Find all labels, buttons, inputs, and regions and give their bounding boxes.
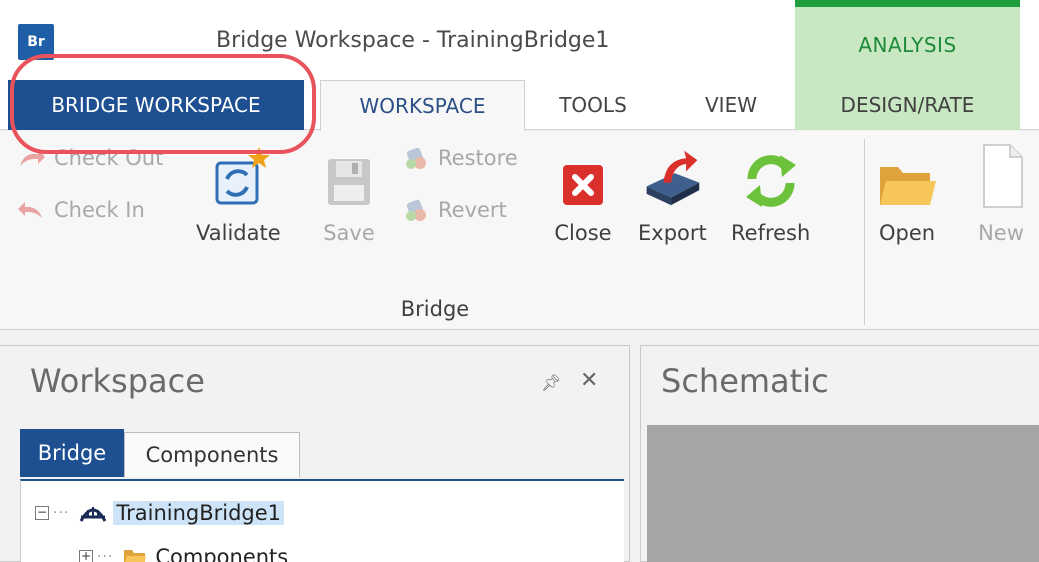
- close-icon: [552, 141, 614, 211]
- revert-label: Revert: [438, 198, 507, 222]
- validate-label: Validate: [196, 221, 281, 245]
- revert-button[interactable]: Revert: [400, 197, 507, 223]
- export-label: Export: [638, 221, 707, 245]
- save-label: Save: [323, 221, 375, 245]
- check-in-button[interactable]: Check In: [16, 197, 145, 223]
- expand-toggle-icon[interactable]: +: [79, 550, 93, 562]
- check-in-label: Check In: [54, 198, 145, 222]
- pane-close-icon[interactable]: ✕: [580, 368, 598, 393]
- workspace-pane: Workspace 📌︎ ✕ Bridge Components − ··· T…: [0, 345, 630, 562]
- analysis-context-label: ANALYSIS: [858, 33, 957, 57]
- window-title: Bridge Workspace - TrainingBridge1: [216, 28, 610, 53]
- validate-icon: [207, 141, 270, 211]
- tab-bridge-workspace[interactable]: BRIDGE WORKSPACE: [8, 80, 304, 130]
- check-out-button[interactable]: Check Out: [16, 145, 163, 171]
- close-label: Close: [554, 221, 612, 245]
- new-document-icon: [970, 141, 1032, 211]
- new-label: New: [978, 221, 1024, 245]
- tree-item-training-bridge[interactable]: − ··· TrainingBridge1: [35, 501, 285, 525]
- pin-icon[interactable]: 📌︎: [541, 373, 561, 392]
- check-out-arrow-icon: [16, 145, 46, 171]
- ribbon-group-separator: [864, 139, 865, 325]
- tab-design-rate[interactable]: DESIGN/RATE: [795, 80, 1020, 130]
- folder-icon: [123, 547, 147, 562]
- save-button[interactable]: Save: [318, 141, 380, 245]
- tree-item-components[interactable]: + ··· Components: [79, 545, 288, 562]
- tree-connector: ···: [97, 549, 114, 562]
- schematic-pane: Schematic: [640, 345, 1039, 562]
- close-button[interactable]: Close: [552, 141, 614, 245]
- tab-workspace[interactable]: WORKSPACE: [320, 80, 525, 131]
- restore-label: Restore: [438, 146, 518, 170]
- revert-icon: [400, 197, 430, 223]
- open-folder-icon: [876, 141, 938, 211]
- export-button[interactable]: Export: [638, 141, 707, 245]
- schematic-canvas[interactable]: [647, 425, 1039, 562]
- schematic-pane-title: Schematic: [661, 362, 829, 400]
- analysis-context-group: ANALYSIS: [795, 0, 1020, 80]
- validate-button[interactable]: Validate: [196, 141, 281, 245]
- restore-icon: [400, 145, 430, 171]
- ribbon-group-label-bridge: Bridge: [400, 297, 470, 321]
- ribbon-tab-row: BRIDGE WORKSPACE WORKSPACE TOOLS VIEW DE…: [0, 80, 1039, 131]
- workspace-tab-bridge[interactable]: Bridge: [20, 429, 124, 477]
- new-button[interactable]: New: [970, 141, 1032, 245]
- title-bar: Br Bridge Workspace - TrainingBridge1 AN…: [0, 0, 1039, 80]
- tab-view[interactable]: VIEW: [686, 80, 776, 130]
- tree-item-label: Components: [155, 545, 289, 562]
- check-in-arrow-icon: [16, 197, 46, 223]
- ribbon-panel: Check Out Check In Restore Revert Valida…: [0, 131, 1039, 330]
- tree-item-label: TrainingBridge1: [113, 501, 285, 525]
- workspace-tab-components[interactable]: Components: [124, 432, 300, 477]
- tab-tools[interactable]: TOOLS: [548, 80, 638, 130]
- open-button[interactable]: Open: [876, 141, 938, 245]
- check-out-label: Check Out: [54, 146, 164, 170]
- refresh-icon: [740, 141, 802, 211]
- save-icon: [318, 141, 380, 211]
- collapse-toggle-icon[interactable]: −: [35, 506, 49, 520]
- refresh-button[interactable]: Refresh: [731, 141, 810, 245]
- bridge-icon: [79, 503, 107, 523]
- refresh-label: Refresh: [731, 221, 811, 245]
- restore-button[interactable]: Restore: [400, 145, 518, 171]
- app-logo-icon: Br: [18, 24, 54, 60]
- open-label: Open: [878, 221, 936, 245]
- export-icon: [641, 141, 703, 211]
- workspace-pane-title: Workspace: [30, 362, 205, 400]
- bridge-tree: − ··· TrainingBridge1 + ··· Components: [20, 479, 624, 562]
- tree-connector: ···: [53, 505, 70, 521]
